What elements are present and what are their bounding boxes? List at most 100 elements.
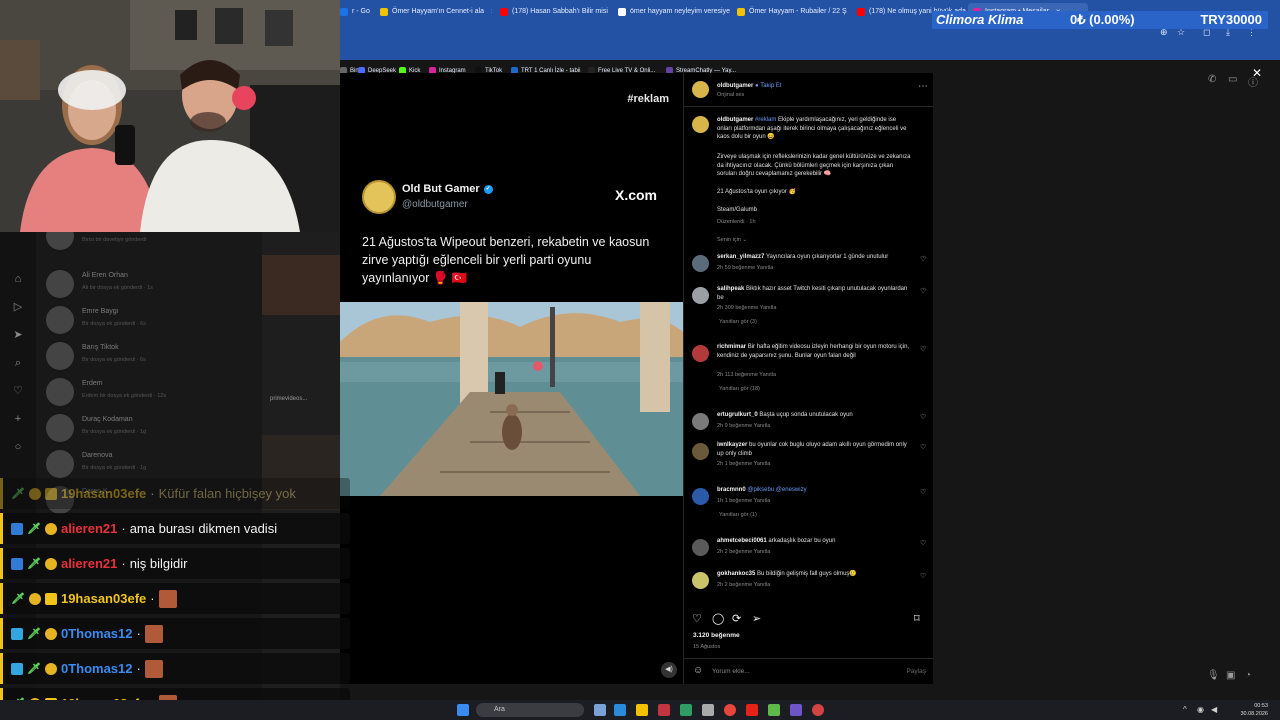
browser-tab[interactable]: Ömer Hayyam - Rubailer / 22 Ş× — [737, 3, 849, 20]
chat-username[interactable]: alieren21 — [61, 521, 117, 536]
avatar[interactable] — [692, 287, 709, 304]
dm-conversation[interactable]: Erdem Erdem bir dosya ek gönderdi · 12s — [46, 376, 261, 410]
dm-conversation[interactable]: Ali Eren Orhan Ali bir dosya ek gönderdi … — [46, 268, 261, 302]
app-icon[interactable] — [768, 704, 780, 716]
comment-like-icon[interactable]: ♡ — [920, 488, 926, 496]
comment-username[interactable]: gokhankoc35 — [717, 571, 755, 577]
browser-tab[interactable]: ömer hayyam neyleyim veresiye× — [618, 3, 730, 20]
avatar[interactable] — [692, 81, 709, 98]
comment-username[interactable]: serkan_yilmazz7 — [717, 254, 764, 260]
notifications-icon[interactable]: ♡ — [11, 384, 25, 398]
comment-mention[interactable]: @piksebu @eneswizy — [747, 487, 806, 493]
avatar[interactable] — [692, 443, 709, 460]
comment-username[interactable]: iwnlkayzer — [717, 442, 747, 448]
comment-meta[interactable]: 1h 1 beğenme Yanıtla — [717, 498, 770, 504]
chat-username[interactable]: 19hasan03efe — [61, 486, 146, 501]
close-icon[interactable]: ✕ — [1252, 66, 1262, 80]
comment-username[interactable]: bracmnn0 — [717, 487, 746, 493]
comment-input[interactable]: Yorum ekle... — [712, 668, 750, 675]
like-icon[interactable]: ♡ — [692, 612, 702, 625]
comment-meta[interactable]: 2h 59 beğenme Yanıtla — [717, 265, 773, 271]
volume-icon[interactable]: ◀ — [1211, 705, 1217, 714]
chat-username[interactable]: 19hasan03efe — [61, 591, 146, 606]
comment-like-icon[interactable]: ♡ — [920, 345, 926, 353]
app-icon[interactable] — [680, 704, 692, 716]
gallery-icon[interactable]: ▣ — [1226, 670, 1235, 681]
browser-tab[interactable]: Ömer Hayyam'ın Cennet-i ala × — [380, 3, 492, 20]
share-comment-button[interactable]: Paylaş — [906, 668, 926, 675]
steam-icon[interactable] — [702, 704, 714, 716]
phone-icon[interactable]: ✆ — [1208, 74, 1216, 85]
chat-username[interactable]: 0Thomas12 — [61, 626, 133, 641]
taskbar-search[interactable]: Ara — [476, 703, 584, 717]
header-audio[interactable]: Orijinal ses — [717, 92, 744, 98]
messages-icon[interactable]: ➤ — [11, 328, 25, 342]
search-icon[interactable]: ⌕ — [11, 356, 25, 370]
create-icon[interactable]: + — [11, 412, 25, 426]
save-icon[interactable]: ⌑ — [914, 612, 920, 625]
comment-meta[interactable]: 2h 9 beğenme Yanıtla — [717, 423, 770, 429]
chat-username[interactable]: 0Thomas12 — [61, 661, 133, 676]
tray-arrow-icon[interactable]: ^ — [1183, 705, 1187, 714]
follow-button[interactable]: Takip Et — [760, 83, 781, 89]
comment-username[interactable]: richmimar — [717, 344, 746, 350]
sticker-icon[interactable]: ◔ — [1245, 670, 1251, 681]
video-call-icon[interactable]: ▭ — [1228, 74, 1237, 85]
chat-username[interactable]: alieren21 — [61, 556, 117, 571]
repost-icon[interactable]: ⟳ — [732, 612, 741, 625]
app-icon[interactable] — [812, 704, 824, 716]
microphone-icon[interactable]: 🎙 — [1207, 670, 1220, 681]
app-icon[interactable] — [790, 704, 802, 716]
browser-tab[interactable]: r - Go× — [340, 3, 376, 20]
comment-like-icon[interactable]: ♡ — [920, 443, 926, 451]
comment-meta[interactable]: 2h 113 beğenme Yanıtla — [717, 372, 776, 378]
like-count[interactable]: 3.120 beğenme — [693, 632, 740, 639]
comment-meta[interactable]: 2h 2 beğenme Yanıtla — [717, 549, 770, 555]
dm-conversation[interactable]: Darenova Bir dosya ek gönderdi · 1g — [46, 448, 261, 482]
comment-like-icon[interactable]: ♡ — [920, 287, 926, 295]
dm-conversation[interactable]: Emre Baygı Bir dosya ek gönderdi · 6s — [46, 304, 261, 338]
avatar[interactable] — [692, 572, 709, 589]
avatar[interactable] — [692, 413, 709, 430]
comment-like-icon[interactable]: ♡ — [920, 255, 926, 263]
caption-username[interactable]: oldbutgamer — [717, 117, 753, 123]
comment-meta[interactable]: 2h 309 beğenme Yanıtla — [717, 305, 776, 311]
comment-like-icon[interactable]: ♡ — [920, 413, 926, 421]
comment-username[interactable]: ahmetcebeci0061 — [717, 538, 767, 544]
task-view-icon[interactable] — [594, 704, 606, 716]
home-icon[interactable]: ⌂ — [11, 272, 25, 286]
comment-like-icon[interactable]: ♡ — [920, 539, 926, 547]
view-replies-button[interactable]: Yanıtları gör (1) — [719, 512, 757, 518]
post-media[interactable]: #reklam Old But Gamer ✓ @oldbutgamer X.c… — [340, 73, 683, 684]
emoji-icon[interactable]: ☺ — [693, 665, 703, 676]
edge-icon[interactable] — [614, 704, 626, 716]
more-options-icon[interactable]: ⋯ — [918, 81, 928, 92]
share-icon[interactable]: ➢ — [752, 612, 761, 625]
avatar[interactable] — [692, 488, 709, 505]
browser-tab[interactable]: (178) Hasan Sabbah'ı Bilir misi× — [500, 3, 612, 20]
youtube-icon[interactable] — [746, 704, 758, 716]
header-username[interactable]: oldbutgamer — [717, 83, 753, 89]
avatar[interactable] — [692, 539, 709, 556]
mute-icon[interactable]: ◀) — [661, 662, 677, 678]
taskbar-clock[interactable]: 00:53 30.08.2026 — [1240, 702, 1268, 718]
comment-like-icon[interactable]: ♡ — [920, 572, 926, 580]
view-replies-button[interactable]: Yanıtları gör (18) — [719, 386, 760, 392]
comment-icon[interactable]: ◯ — [712, 612, 724, 625]
file-explorer-icon[interactable] — [636, 704, 648, 716]
tab-close-icon[interactable]: × — [491, 7, 492, 16]
start-icon[interactable] — [457, 704, 469, 716]
comment-meta[interactable]: 2h 2 beğenme Yanıtla — [717, 582, 770, 588]
app-icon[interactable] — [658, 704, 670, 716]
chrome-icon[interactable] — [724, 704, 736, 716]
sort-dropdown[interactable]: Senin için ⌄ — [717, 237, 747, 243]
comment-username[interactable]: ertugrulkurt_0 — [717, 412, 758, 418]
avatar[interactable] — [692, 255, 709, 272]
caption-hashtag[interactable]: #reklam — [755, 117, 776, 123]
reels-icon[interactable]: ▷ — [11, 300, 25, 314]
dm-conversation[interactable]: Duraç Kodaman Bir dosya ek gönderdi · 1g — [46, 412, 261, 446]
avatar[interactable] — [692, 116, 709, 133]
dm-conversation[interactable]: Barış Tiktok Bir dosya ek gönderdi · 6s — [46, 340, 261, 374]
comment-meta[interactable]: 2h 1 beğenme Yanıtla — [717, 461, 770, 467]
avatar[interactable] — [692, 345, 709, 362]
